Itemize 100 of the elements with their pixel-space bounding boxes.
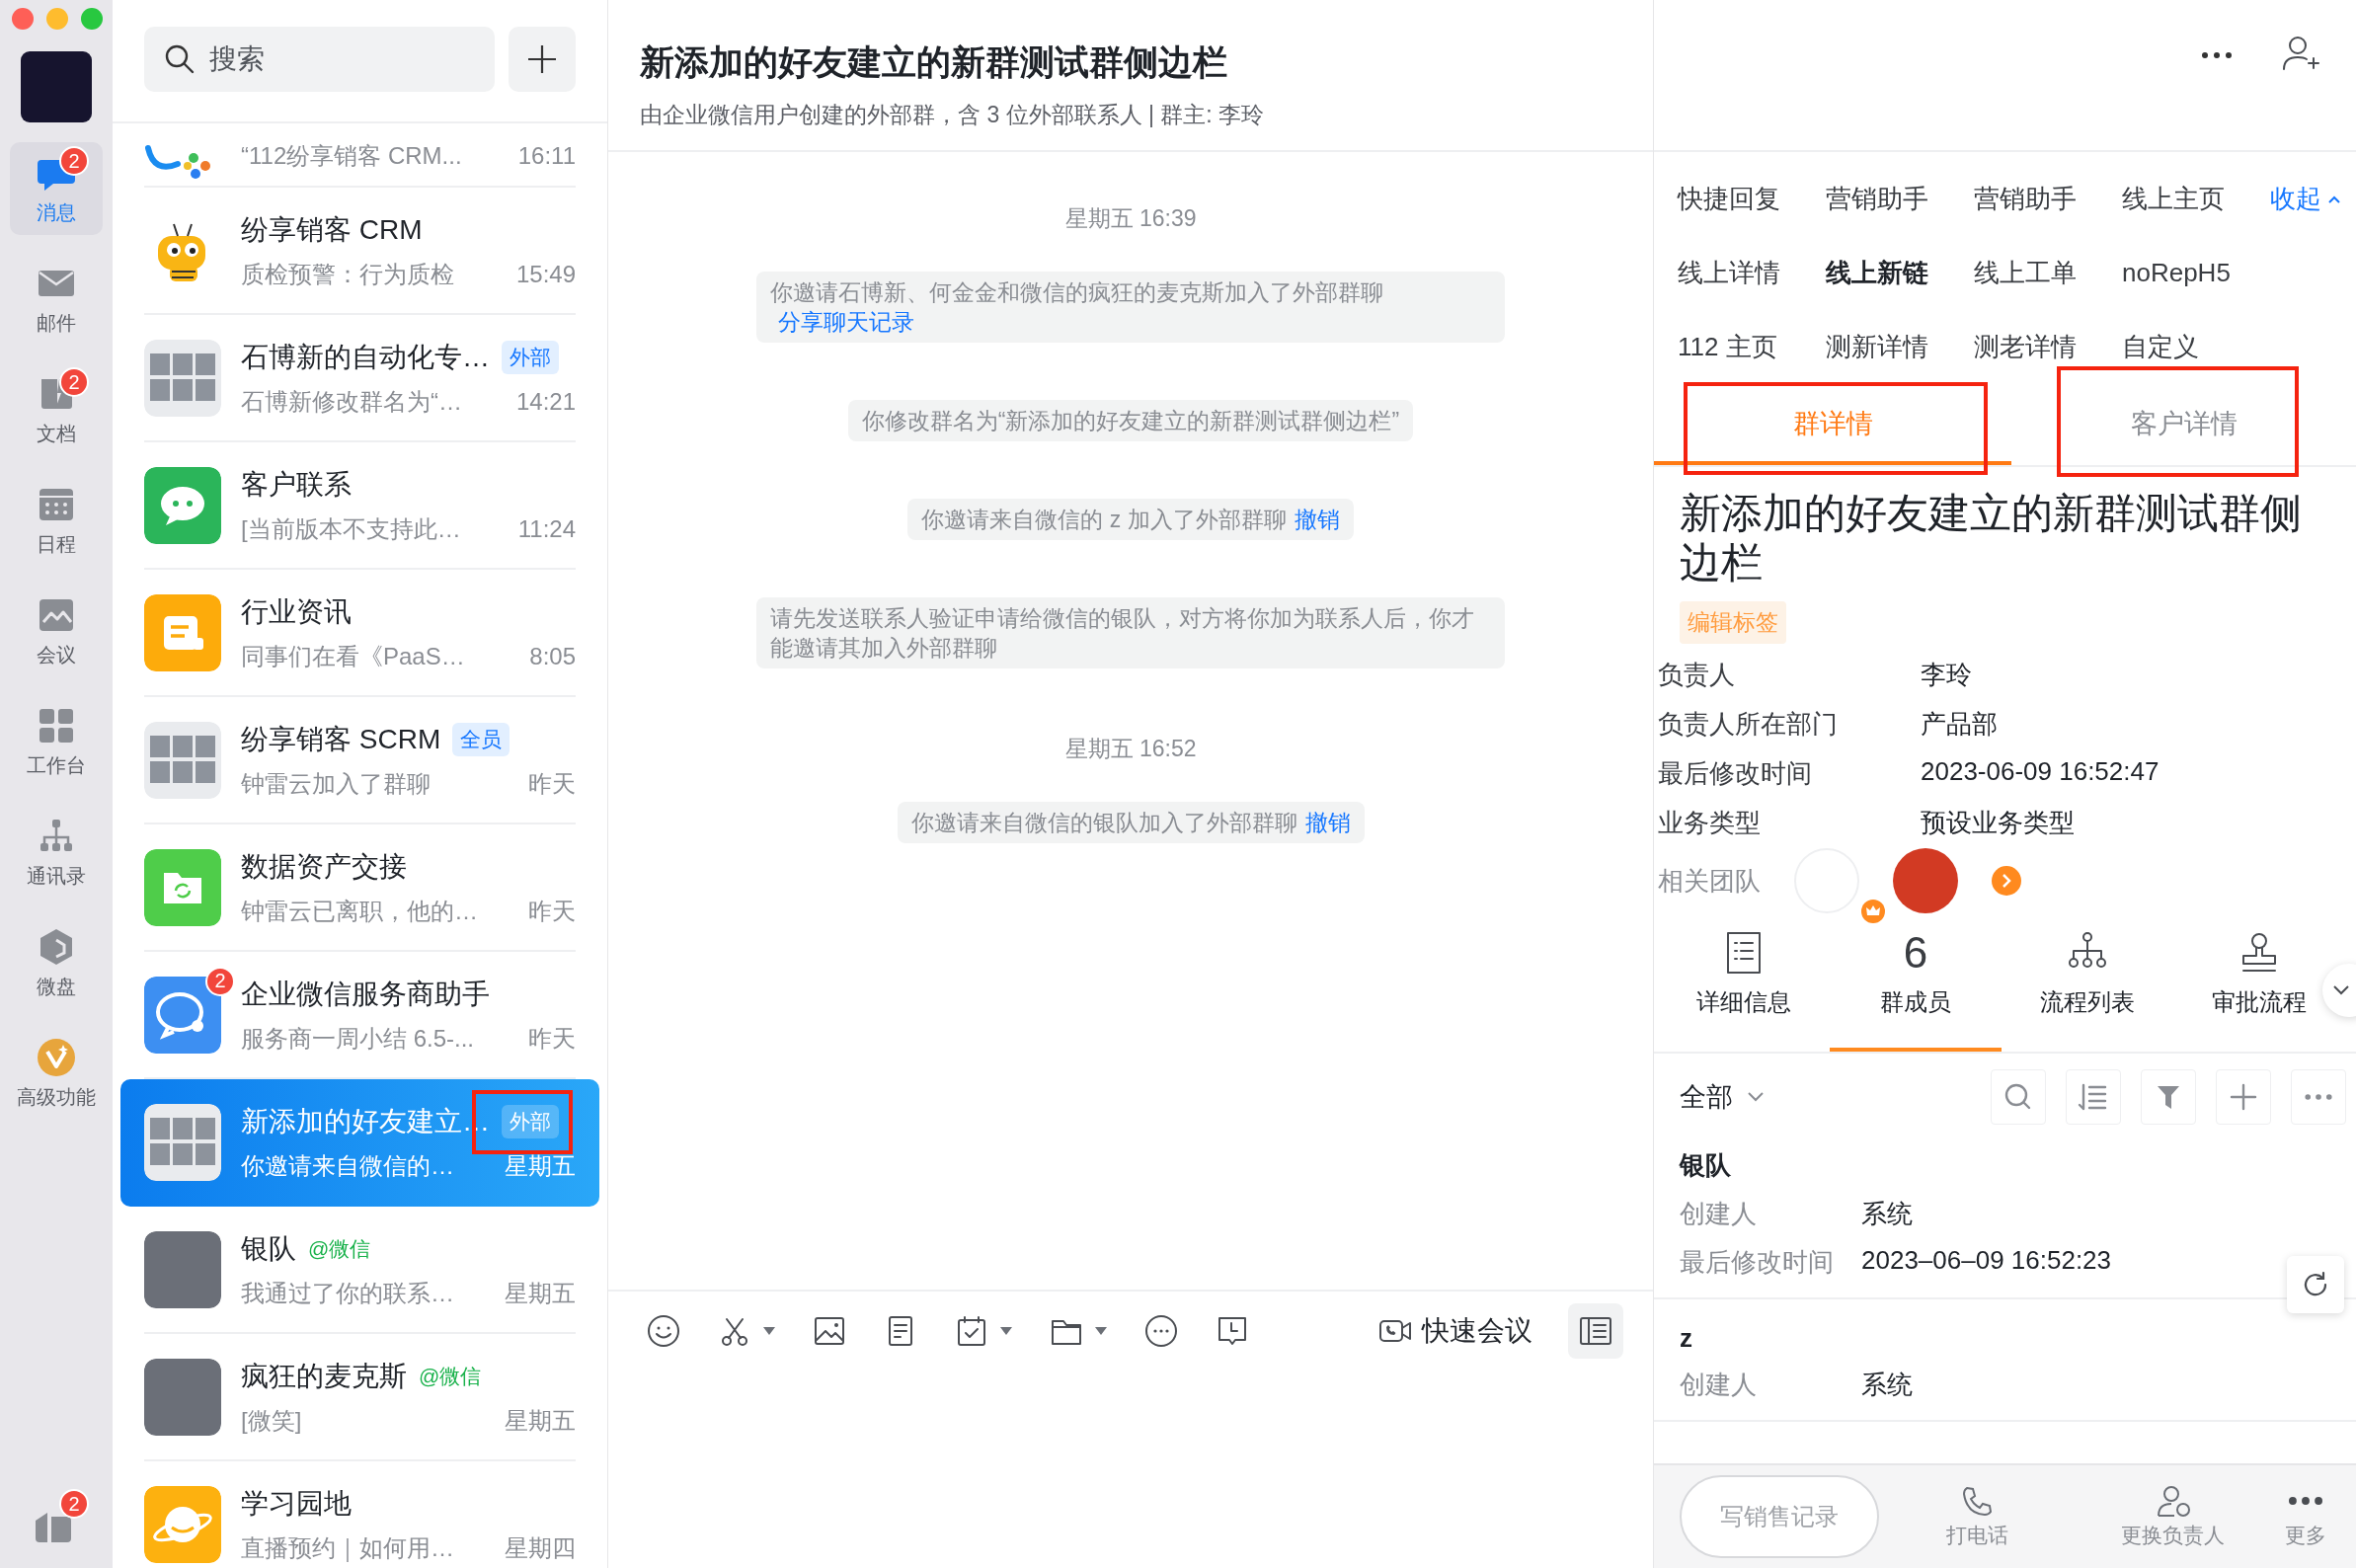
unread-badge: 2 [59, 146, 89, 176]
chat-list-item[interactable]: 行业资讯 同事们在看《PaaS… 8:05 [120, 570, 599, 697]
nav-item[interactable]: 会议 [10, 585, 103, 677]
chevron-up-icon [2327, 194, 2341, 204]
field-value: 系统 [1861, 1198, 1913, 1230]
chat-list-item[interactable]: 疯狂的麦克斯 @微信 [微笑] 星期五 [120, 1334, 599, 1461]
unread-badge: 2 [59, 367, 89, 397]
field-value: 系统 [1861, 1369, 1913, 1401]
tab-label: 群成员 [1880, 987, 1951, 1017]
message-preview: [当前版本不支持此… [241, 513, 462, 544]
document-app-icon [144, 593, 221, 671]
collapse-link[interactable]: 收起 [2270, 182, 2341, 216]
sort-button[interactable] [2066, 1069, 2121, 1125]
chat-list-item[interactable]: 纷享销客 SCRM 全员 钟雷云加入了群聊 昨天 [120, 697, 599, 824]
more-icon [1143, 1313, 1179, 1349]
chat-tag: 外部 [502, 1104, 559, 1138]
chat-list-item[interactable]: 数据资产交接 钟雷云已离职，他的… 昨天 [120, 824, 599, 952]
section-tab[interactable]: 审批流程 [2173, 929, 2345, 1052]
field-label: 负责人 [1658, 659, 1736, 691]
smiley-icon [646, 1313, 681, 1349]
nav-item[interactable]: 高级功能 [10, 1027, 103, 1120]
member-name: z [1680, 1323, 1693, 1354]
system-message: 你邀请石博新、何金金和微信的疯狂的麦克斯加入了外部群聊 分享聊天记录 [756, 272, 1505, 343]
app-tab[interactable]: 线上主页 [2122, 182, 2270, 216]
sidebar-toggle-button[interactable] [1568, 1303, 1623, 1359]
tab-label: 流程列表 [2040, 987, 2135, 1017]
plus-icon [2228, 1081, 2259, 1113]
caret-icon [762, 1326, 776, 1336]
sidebar-icon [1578, 1314, 1613, 1348]
planet-app-icon [144, 1485, 221, 1563]
message-link[interactable]: 撤销 [1294, 507, 1340, 532]
section-tab[interactable]: 6 群成员 [1830, 929, 2002, 1052]
group-name: 新添加的好友建立的新群测试群侧边栏 [1679, 489, 2303, 588]
nav-item[interactable]: 微盘 [10, 916, 103, 1009]
field-value: 预设业务类型 [1921, 807, 2076, 839]
refresh-button[interactable] [2287, 1256, 2344, 1313]
chat-name: 行业资讯 [241, 594, 352, 629]
add-button[interactable] [509, 27, 576, 92]
filter-dropdown[interactable]: 全部 [1680, 1079, 1765, 1115]
quick-meeting-button[interactable]: 快速会议 [1378, 1312, 1532, 1350]
chat-subtitle: 由企业微信用户创建的外部群，含 3 位外部联系人 | 群主: 李玲 [640, 101, 1266, 129]
filter-button[interactable] [2141, 1069, 2196, 1125]
chat-name: 石博新的自动化专… [241, 340, 490, 374]
message-preview: 直播预约｜如何用… [241, 1532, 455, 1564]
chat-list-item[interactable]: 纷享销客 CRM 质检预警：行为质检 15:49 [120, 188, 599, 315]
nav-item[interactable]: 日程 [10, 474, 103, 567]
app-tab[interactable]: 自定义 [2122, 330, 2270, 364]
caret-icon [999, 1326, 1013, 1336]
more-icon [2200, 51, 2234, 59]
chat-list-item[interactable]: 客户联系 [当前版本不支持此… 11:24 [120, 442, 599, 570]
message-time: 星期五 [505, 1405, 576, 1436]
member-count: 6 [1903, 929, 1928, 977]
nav-item[interactable]: 通讯录 [10, 806, 103, 899]
app-tab[interactable]: 测新详情 [1826, 330, 1974, 364]
nav-item[interactable]: 消息 2 [10, 142, 103, 235]
field-label: 业务类型 [1658, 807, 1762, 839]
toolbar-button[interactable] [1143, 1313, 1179, 1349]
message-preview: 石博新修改群名为“… [241, 386, 463, 417]
folder-app-icon [144, 848, 221, 926]
nav-item[interactable]: 邮件 [10, 253, 103, 346]
chat-name: 企业微信服务商助手 [241, 977, 490, 1011]
chat-list-item[interactable]: 银队 @微信 我通过了你的联系… 星期五 [120, 1207, 599, 1334]
chat-list-item[interactable]: 学习园地 直播预约｜如何用… 星期四 [120, 1461, 599, 1568]
search-button[interactable] [1991, 1069, 2046, 1125]
message-preview: 服务商一周小结 6.5-... [241, 1023, 476, 1054]
app-tab[interactable]: 112 主页 [1678, 330, 1826, 364]
section-tab[interactable]: 流程列表 [2002, 929, 2173, 1052]
plus-icon [525, 42, 559, 76]
app-tab[interactable]: 测老详情 [1974, 330, 2122, 364]
chat-name: 纷享销客 CRM [241, 212, 423, 247]
chat-name: 纷享销客 SCRM [241, 722, 441, 756]
message-time: 昨天 [528, 768, 576, 799]
chat-name: 客户联系 [241, 467, 352, 502]
field-label: 最后修改时间 [1680, 1246, 1835, 1279]
message-preview: 同事们在看《PaaS… [241, 641, 466, 671]
nav-item[interactable]: 工作台 [10, 695, 103, 788]
nav-item[interactable]: 文档 2 [10, 363, 103, 456]
search-field[interactable]: 搜索 [144, 27, 495, 92]
message-link[interactable]: 撤销 [1304, 810, 1351, 835]
more-icon [2289, 1497, 2322, 1505]
message-link[interactable]: 分享聊天记录 [778, 309, 914, 335]
message-preview: 钟雷云加入了群聊 [241, 768, 432, 799]
tab-label: 审批流程 [2212, 987, 2307, 1017]
app-tab[interactable]: 快捷回复 [1678, 182, 1826, 216]
toolbar-button[interactable] [646, 1313, 681, 1349]
message-preview: 我通过了你的联系… [241, 1278, 455, 1308]
chat-name: 银队 [241, 1231, 296, 1266]
app-tab[interactable]: 线上详情 [1678, 256, 1826, 290]
app-tab[interactable]: 营销助手 [1974, 182, 2122, 216]
app-tab[interactable]: 营销助手 [1826, 182, 1974, 216]
app-tab[interactable]: 线上新链 [1826, 256, 1974, 290]
app-tab[interactable]: noRepH5 [2122, 256, 2270, 290]
message-time: 11:24 [517, 514, 576, 543]
section-tab[interactable]: 详细信息 [1658, 929, 1830, 1052]
message-time: 星期五 [505, 1150, 576, 1181]
chat-list-item[interactable]: 石博新的自动化专… 外部 石博新修改群名为“… 14:21 [120, 315, 599, 442]
system-message: 请先发送联系人验证申请给微信的银队，对方将你加为联系人后，你才能邀请其加入外部群聊 [756, 597, 1505, 668]
crown-icon [1861, 900, 1885, 923]
app-tab[interactable]: 线上工单 [1974, 256, 2122, 290]
chat-tag: @微信 [308, 1231, 371, 1266]
